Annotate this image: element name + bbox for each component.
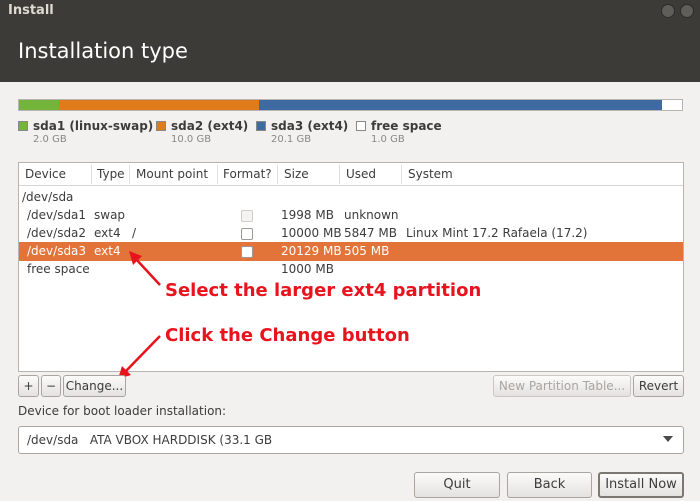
- cell-system: Linux Mint 17.2 Rafaela (17.2): [406, 226, 588, 240]
- cell-type: ext4: [94, 226, 121, 240]
- legend-name: free space: [371, 119, 442, 133]
- column-divider: [277, 165, 278, 184]
- format-checkbox[interactable]: [241, 228, 253, 240]
- window-titlebar: Install: [0, 0, 700, 22]
- legend-size: 20.1 GB: [271, 134, 312, 145]
- cell-device: free space: [27, 262, 90, 276]
- cell-type: ext4: [94, 244, 121, 258]
- column-divider: [217, 165, 218, 184]
- column-header-type[interactable]: Type: [97, 167, 125, 181]
- cell-device: /dev/sda1: [27, 208, 87, 222]
- cell-mount-point: /: [132, 226, 137, 240]
- cell-used: 5847 MB: [344, 226, 397, 240]
- column-header-device[interactable]: Device: [25, 167, 66, 181]
- boot-loader-select[interactable]: /dev/sda ATA VBOX HARDDISK (33.1 GB: [18, 426, 684, 454]
- boot-loader-value: /dev/sda ATA VBOX HARDDISK (33.1 GB: [27, 433, 273, 447]
- ext4-color-swatch: [256, 121, 266, 131]
- minimize-button[interactable]: [661, 4, 675, 18]
- table-header: Device Type Mount point Format? Size Use…: [19, 163, 683, 186]
- column-divider: [339, 165, 340, 184]
- remove-partition-button[interactable]: −: [41, 375, 61, 397]
- column-header-mount-point[interactable]: Mount point: [136, 167, 208, 181]
- column-header-system[interactable]: System: [408, 167, 453, 181]
- column-divider: [401, 165, 402, 184]
- format-checkbox[interactable]: [241, 246, 253, 258]
- swap-color-swatch: [18, 121, 28, 131]
- change-partition-button[interactable]: Change...: [63, 375, 126, 397]
- dropdown-arrow-icon: [663, 436, 673, 442]
- usage-segment-sda1: [19, 100, 59, 110]
- usage-segment-free: [662, 100, 681, 110]
- table-row-free-space[interactable]: free space 1000 MB: [19, 260, 683, 279]
- cell-size: 10000 MB: [281, 226, 342, 240]
- free-color-swatch: [356, 121, 366, 131]
- legend-size: 1.0 GB: [371, 134, 405, 145]
- cell-used: 505 MB: [344, 244, 390, 258]
- quit-button[interactable]: Quit: [414, 472, 500, 498]
- page-title: Installation type: [18, 39, 188, 63]
- usage-segment-sda3: [259, 100, 662, 110]
- cell-type: swap: [94, 208, 126, 222]
- cell-size: 20129 MB: [281, 244, 342, 258]
- page-header: Installation type: [0, 22, 700, 82]
- window-title: Install: [8, 3, 54, 18]
- annotation-click-change: Click the Change button: [165, 325, 410, 346]
- cell-device: /dev/sda: [22, 190, 74, 204]
- usage-segment-sda2: [59, 100, 259, 110]
- new-partition-table-button[interactable]: New Partition Table...: [493, 375, 631, 397]
- disk-usage-bar: [18, 99, 683, 111]
- install-now-button[interactable]: Install Now: [598, 472, 684, 498]
- legend-name: sda1 (linux-swap): [33, 119, 154, 133]
- revert-button[interactable]: Revert: [633, 375, 684, 397]
- table-row-sda2[interactable]: /dev/sda2 ext4 / 10000 MB 5847 MB Linux …: [19, 224, 683, 243]
- legend-size: 2.0 GB: [33, 134, 67, 145]
- legend-size: 10.0 GB: [171, 134, 212, 145]
- back-button[interactable]: Back: [507, 472, 592, 498]
- cell-used: unknown: [344, 208, 399, 222]
- column-header-format[interactable]: Format?: [223, 167, 272, 181]
- table-row-sda3[interactable]: /dev/sda3 ext4 20129 MB 505 MB: [19, 242, 683, 261]
- cell-device: /dev/sda2: [27, 226, 87, 240]
- cell-size: 1000 MB: [281, 262, 334, 276]
- column-header-size[interactable]: Size: [284, 167, 309, 181]
- boot-loader-label: Device for boot loader installation:: [18, 404, 227, 418]
- legend-name: sda3 (ext4): [271, 119, 349, 133]
- annotation-select-partition: Select the larger ext4 partition: [165, 280, 482, 301]
- column-divider: [129, 165, 130, 184]
- format-checkbox: [241, 210, 253, 222]
- table-row-dev-sda[interactable]: /dev/sda: [19, 188, 683, 207]
- cell-device: /dev/sda3: [27, 244, 87, 258]
- add-partition-button[interactable]: +: [18, 375, 39, 397]
- column-divider: [91, 165, 92, 184]
- close-button[interactable]: [680, 4, 694, 18]
- cell-size: 1998 MB: [281, 208, 334, 222]
- ext4-color-swatch: [156, 121, 166, 131]
- legend-name: sda2 (ext4): [171, 119, 249, 133]
- column-header-used[interactable]: Used: [346, 167, 376, 181]
- table-row-sda1[interactable]: /dev/sda1 swap 1998 MB unknown: [19, 206, 683, 225]
